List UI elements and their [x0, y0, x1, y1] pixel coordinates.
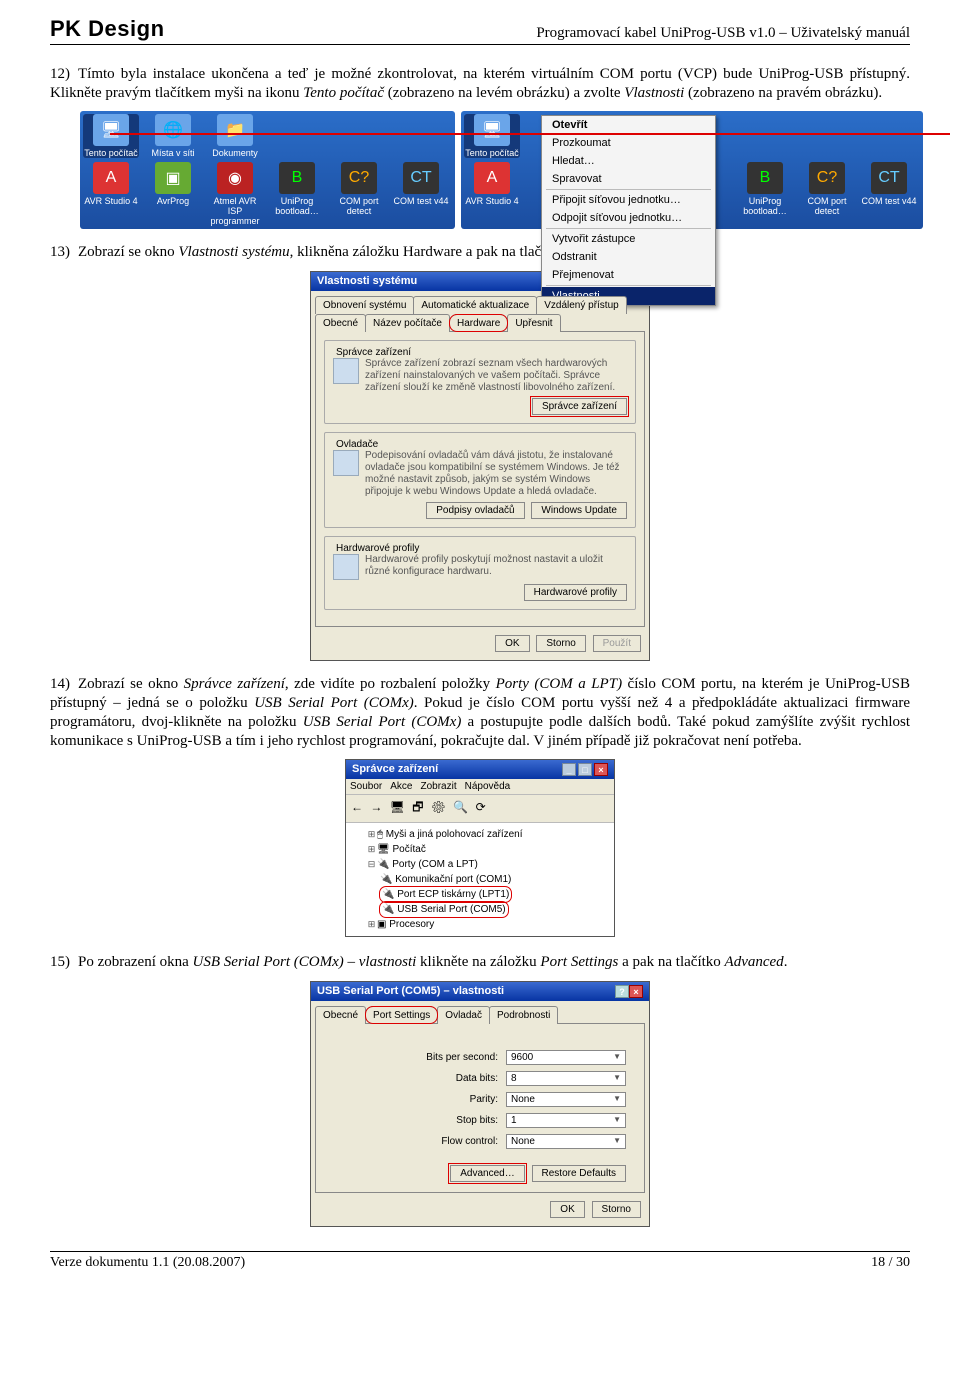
step-15: 15)Po zobrazení okna USB Serial Port (CO… — [50, 953, 910, 972]
device-tree[interactable]: ⊞🖱 Myši a jiná polohovací zařízení ⊞🖥 Po… — [346, 823, 614, 936]
icon-dokumenty[interactable]: 📁Dokumenty — [207, 114, 263, 158]
ok-button[interactable]: OK — [495, 635, 529, 652]
profile-icon — [333, 554, 359, 580]
menu-pripojit[interactable]: Připojit síťovou jednotku… — [542, 191, 715, 209]
icon-uniprog-r[interactable]: BUniProg bootload… — [737, 162, 793, 216]
menubar[interactable]: SouborAkceZobrazitNápověda — [346, 779, 614, 795]
tab-obnoveni[interactable]: Obnovení systému — [315, 296, 414, 314]
page-header: PK Design Programovací kabel UniProg-USB… — [50, 16, 910, 45]
icon-uniprog[interactable]: BUniProg bootload… — [269, 162, 325, 226]
doc-title: Programovací kabel UniProg-USB v1.0 – Už… — [536, 25, 910, 42]
brand-logo: PK Design — [50, 16, 165, 42]
icon-tento-pocitac-r[interactable]: 🖥Tento počítač — [464, 114, 520, 158]
pouzit-button[interactable]: Použít — [593, 635, 641, 652]
restore-button[interactable]: Restore Defaults — [532, 1165, 626, 1182]
step-12: 12)Tímto byla instalace ukončena a teď j… — [50, 65, 910, 103]
icon-atmel[interactable]: ◉Atmel AVR ISP programmer — [207, 162, 263, 226]
field-bps: Bits per second:9600▼ — [334, 1050, 626, 1065]
tab-obecne2[interactable]: Obecné — [315, 1006, 366, 1024]
field-parity: Parity:None▼ — [334, 1092, 626, 1107]
podpisy-button[interactable]: Podpisy ovladačů — [426, 502, 524, 519]
figure-desktop-pair: 🖥Tento počítač 🌐Místa v síti 📁Dokumenty … — [80, 111, 880, 229]
tab-podrob[interactable]: Podrobnosti — [489, 1006, 558, 1024]
menu-otevrit[interactable]: Otevřít — [542, 116, 715, 134]
field-databits: Data bits:8▼ — [334, 1071, 626, 1086]
icon-tento-pocitac[interactable]: 🖥Tento počítač — [83, 114, 139, 158]
field-flow: Flow control:None▼ — [334, 1134, 626, 1149]
device-icon — [333, 358, 359, 384]
driver-icon — [333, 450, 359, 476]
spravce-button[interactable]: Správce zařízení — [532, 398, 627, 415]
dialog-port-settings: USB Serial Port (COM5) – vlastnosti ?× O… — [310, 981, 650, 1227]
help-icon[interactable]: ? — [615, 985, 629, 998]
menu-zastupce[interactable]: Vytvořit zástupce — [542, 230, 715, 248]
tab-upresnit[interactable]: Upřesnit — [507, 314, 560, 332]
footer-right: 18 / 30 — [871, 1255, 910, 1271]
taskbar-left: 🖥Tento počítač 🌐Místa v síti 📁Dokumenty … — [80, 111, 455, 229]
advanced-button[interactable]: Advanced… — [450, 1165, 524, 1182]
page-footer: Verze dokumentu 1.1 (20.08.2007) 18 / 30 — [50, 1251, 910, 1271]
tab-ovladac[interactable]: Ovladač — [437, 1006, 490, 1024]
field-stopbits: Stop bits:1▼ — [334, 1113, 626, 1128]
menu-odpojit[interactable]: Odpojit síťovou jednotku… — [542, 209, 715, 227]
group-ovladace: Ovladače Podepisování ovladačů vám dává … — [324, 432, 636, 528]
group-spravce: Správce zařízení Správce zařízení zobraz… — [324, 340, 636, 424]
dialog-system-properties: Vlastnosti systému ?× Obnovení systému A… — [310, 271, 650, 661]
menu-spravovat[interactable]: Spravovat — [542, 170, 715, 188]
icon-comdetect[interactable]: C?COM port detect — [331, 162, 387, 226]
tab-obecne[interactable]: Obecné — [315, 314, 366, 332]
context-menu: Otevřít Prozkoumat Hledat… Spravovat Při… — [541, 115, 716, 306]
toolbar[interactable]: ← → 🖥 🗗 ⚙ 🔍 ⟳ — [346, 795, 614, 823]
tab-vzdal[interactable]: Vzdálený přístup — [536, 296, 627, 314]
dialog-device-manager: Správce zařízení _□× SouborAkceZobrazitN… — [345, 759, 615, 937]
icon-comtest[interactable]: CTCOM test v44 — [393, 162, 449, 226]
select-databits[interactable]: 8▼ — [506, 1071, 626, 1086]
select-stopbits[interactable]: 1▼ — [506, 1113, 626, 1128]
group-profily: Hardwarové profily Hardwarové profily po… — [324, 536, 636, 610]
icon-comdetect-r[interactable]: C?COM port detect — [799, 162, 855, 216]
profily-button[interactable]: Hardwarové profily — [524, 584, 627, 601]
footer-left: Verze dokumentu 1.1 (20.08.2007) — [50, 1255, 245, 1271]
step-14: 14)Zobrazí se okno Správce zařízení, zde… — [50, 675, 910, 752]
tab-portsettings[interactable]: Port Settings — [365, 1006, 438, 1024]
ok-button2[interactable]: OK — [550, 1201, 584, 1218]
tab-nazev[interactable]: Název počítače — [365, 314, 450, 332]
menu-odstranit[interactable]: Odstranit — [542, 248, 715, 266]
minimize-icon[interactable]: _ — [562, 763, 576, 776]
step-13: 13)Zobrazí se okno Vlastnosti systému, k… — [50, 243, 910, 262]
tab-auto[interactable]: Automatické aktualizace — [413, 296, 537, 314]
menu-prejmen[interactable]: Přejmenovat — [542, 266, 715, 284]
icon-avrstudio-r[interactable]: AAVR Studio 4 — [464, 162, 520, 216]
maximize-icon[interactable]: □ — [578, 763, 592, 776]
menu-hledat[interactable]: Hledat… — [542, 152, 715, 170]
taskbar-right: 🖥Tento počítač AAVR Studio 4 BUniProg bo… — [461, 111, 923, 229]
select-flow[interactable]: None▼ — [506, 1134, 626, 1149]
winupdate-button[interactable]: Windows Update — [531, 502, 627, 519]
close-icon[interactable]: × — [594, 763, 608, 776]
icon-mista-vsiti[interactable]: 🌐Místa v síti — [145, 114, 201, 158]
select-parity[interactable]: None▼ — [506, 1092, 626, 1107]
storno-button2[interactable]: Storno — [592, 1201, 641, 1218]
icon-avrstudio[interactable]: AAVR Studio 4 — [83, 162, 139, 226]
storno-button[interactable]: Storno — [536, 635, 585, 652]
icon-avrprog[interactable]: ▣AvrProg — [145, 162, 201, 226]
close-icon[interactable]: × — [629, 985, 643, 998]
menu-prozkoumat[interactable]: Prozkoumat — [542, 134, 715, 152]
icon-comtest-r[interactable]: CTCOM test v44 — [861, 162, 917, 216]
select-bps[interactable]: 9600▼ — [506, 1050, 626, 1065]
tab-hardware[interactable]: Hardware — [449, 314, 508, 332]
